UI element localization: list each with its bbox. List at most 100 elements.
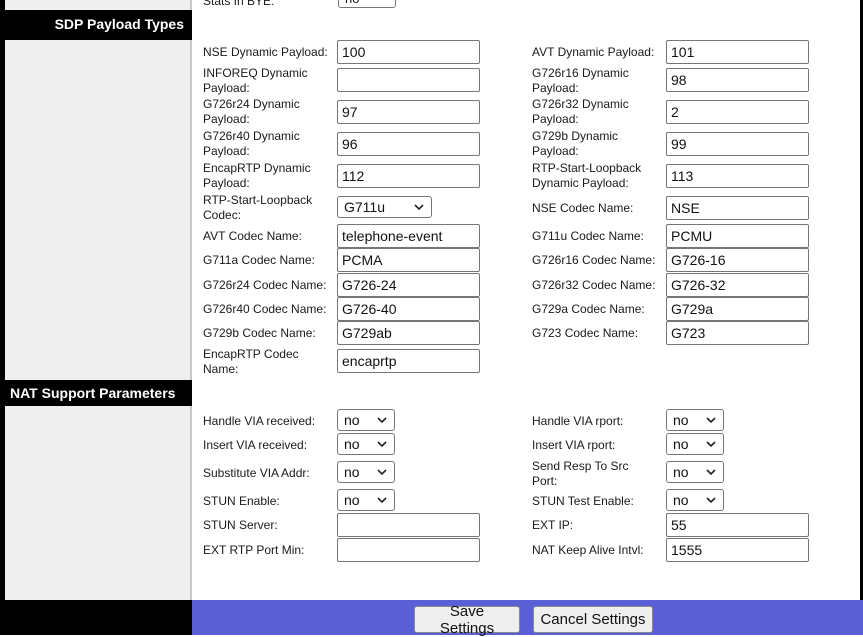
g726r24-codec-name-label: G726r24 Codec Name: xyxy=(203,278,327,292)
insert-via-rport-value: no xyxy=(673,436,689,452)
g711u-codec-name-input[interactable] xyxy=(666,224,809,248)
section-sdp-payload-types: SDP Payload Types xyxy=(0,10,192,40)
g723-codec-name-input[interactable] xyxy=(666,321,809,345)
stun-server-input[interactable] xyxy=(337,513,480,537)
handle-via-received-value: no xyxy=(344,412,360,428)
column-divider xyxy=(190,0,192,600)
footer-action-bar xyxy=(192,600,863,635)
g726r16-codec-name-input[interactable] xyxy=(666,248,809,272)
insert-via-received-select[interactable]: no xyxy=(337,433,395,455)
substitute-via-addr-label: Substitute VIA Addr: xyxy=(203,466,310,480)
rtp-start-loopback-dynamic-payload-label-1: RTP-Start-Loopback xyxy=(532,161,642,175)
g726r24-dynamic-payload-label-2: Payload: xyxy=(203,112,250,126)
g726r24-dynamic-payload-input[interactable] xyxy=(337,100,480,124)
g711a-codec-name-input[interactable] xyxy=(337,248,480,272)
save-settings-button[interactable]: Save Settings xyxy=(414,603,520,637)
nat-keep-alive-intvl-label: NAT Keep Alive Intvl: xyxy=(532,543,644,557)
rtp-start-loopback-codec-label-2: Codec: xyxy=(203,208,242,222)
send-resp-to-src-port-select[interactable]: no xyxy=(666,461,724,483)
cancel-settings-button[interactable]: Cancel Settings xyxy=(533,606,653,633)
g729b-codec-name-input[interactable] xyxy=(337,321,480,345)
g729a-codec-name-label: G729a Codec Name: xyxy=(532,302,645,316)
g726r32-codec-name-label: G726r32 Codec Name: xyxy=(532,278,656,292)
handle-via-rport-select[interactable]: no xyxy=(666,409,724,431)
chevron-down-icon xyxy=(706,497,716,504)
handle-via-rport-value: no xyxy=(673,412,689,428)
encaprtp-codec-name-label-1: EncapRTP Codec xyxy=(203,347,299,361)
g726r24-dynamic-payload-label-1: G726r24 Dynamic xyxy=(203,97,300,111)
stun-test-enable-label: STUN Test Enable: xyxy=(532,494,634,508)
ext-ip-label: EXT IP: xyxy=(532,518,574,532)
substitute-via-addr-select[interactable]: no xyxy=(337,461,395,483)
g729b-dynamic-payload-input[interactable] xyxy=(666,132,809,156)
g726r16-dynamic-payload-input[interactable] xyxy=(666,68,809,92)
g726r32-dynamic-payload-label-1: G726r32 Dynamic xyxy=(532,97,629,111)
left-panel xyxy=(0,0,192,635)
stun-test-enable-select[interactable]: no xyxy=(666,489,724,511)
avt-codec-name-input[interactable] xyxy=(337,224,480,248)
left-border xyxy=(0,0,5,635)
rtp-start-loopback-codec-label-1: RTP-Start-Loopback xyxy=(203,193,313,207)
stats-in-bye-select[interactable]: no xyxy=(338,0,396,8)
stats-in-bye-value: no xyxy=(345,0,359,6)
insert-via-received-value: no xyxy=(344,436,360,452)
inforeq-dynamic-payload-label-2: Payload: xyxy=(203,81,250,95)
avt-dynamic-payload-input[interactable] xyxy=(666,40,809,64)
ext-rtp-port-min-input[interactable] xyxy=(337,538,480,562)
chevron-down-icon xyxy=(377,497,387,504)
avt-codec-name-label: AVT Codec Name: xyxy=(203,229,302,243)
insert-via-rport-select[interactable]: no xyxy=(666,433,724,455)
inforeq-dynamic-payload-input[interactable] xyxy=(337,68,480,92)
g726r40-dynamic-payload-input[interactable] xyxy=(337,132,480,156)
encaprtp-codec-name-label-2: Name: xyxy=(203,362,239,376)
encaprtp-dynamic-payload-label-2: Payload: xyxy=(203,176,250,190)
inforeq-dynamic-payload-label-1: INFOREQ Dynamic xyxy=(203,66,308,80)
handle-via-rport-label: Handle VIA rport: xyxy=(532,414,624,428)
g729b-dynamic-payload-label-1: G729b Dynamic xyxy=(532,129,619,143)
g726r40-dynamic-payload-label-1: G726r40 Dynamic xyxy=(203,129,300,143)
g726r32-dynamic-payload-label-2: Payload: xyxy=(532,112,579,126)
g726r40-dynamic-payload-label-2: Payload: xyxy=(203,144,250,158)
chevron-down-icon xyxy=(377,441,387,448)
insert-via-rport-label: Insert VIA rport: xyxy=(532,438,616,452)
g729b-dynamic-payload-label-2: Payload: xyxy=(532,144,579,158)
rtp-start-loopback-dynamic-payload-label-2: Dynamic Payload: xyxy=(532,176,629,190)
nse-dynamic-payload-input[interactable] xyxy=(337,40,480,64)
nse-dynamic-payload-label: NSE Dynamic Payload: xyxy=(203,45,328,59)
stun-enable-select[interactable]: no xyxy=(337,489,395,511)
rtp-start-loopback-codec-value: G711u xyxy=(344,199,385,215)
handle-via-received-select[interactable]: no xyxy=(337,409,395,431)
send-resp-to-src-port-label-2: Port: xyxy=(532,474,558,488)
encaprtp-dynamic-payload-input[interactable] xyxy=(337,164,480,188)
g726r24-codec-name-input[interactable] xyxy=(337,273,480,297)
chevron-down-icon xyxy=(414,204,424,211)
g726r32-dynamic-payload-input[interactable] xyxy=(666,100,809,124)
nat-keep-alive-intvl-input[interactable] xyxy=(666,538,809,562)
encaprtp-codec-name-input[interactable] xyxy=(337,349,480,373)
send-resp-to-src-port-label-1: Send Resp To Src xyxy=(532,459,629,473)
chevron-down-icon xyxy=(377,469,387,476)
nse-codec-name-input[interactable] xyxy=(666,196,809,220)
ext-ip-input[interactable] xyxy=(666,513,809,537)
stun-test-enable-value: no xyxy=(673,492,689,508)
nse-codec-name-label: NSE Codec Name: xyxy=(532,201,634,215)
g723-codec-name-label: G723 Codec Name: xyxy=(532,326,639,340)
chevron-down-icon xyxy=(706,417,716,424)
g729a-codec-name-input[interactable] xyxy=(666,297,809,321)
stats-in-bye-label: Stats In BYE: xyxy=(203,0,275,8)
g726r32-codec-name-input[interactable] xyxy=(666,273,809,297)
g726r16-codec-name-label: G726r16 Codec Name: xyxy=(532,253,656,267)
g726r16-dynamic-payload-label-1: G726r16 Dynamic xyxy=(532,66,629,80)
stun-enable-label: STUN Enable: xyxy=(203,494,280,508)
rtp-start-loopback-dynamic-payload-input[interactable] xyxy=(666,164,809,188)
chevron-down-icon xyxy=(377,417,387,424)
g726r40-codec-name-input[interactable] xyxy=(337,297,480,321)
rtp-start-loopback-codec-select[interactable]: G711u xyxy=(337,196,432,218)
g711a-codec-name-label: G711a Codec Name: xyxy=(203,253,315,267)
substitute-via-addr-value: no xyxy=(344,464,360,480)
stun-enable-value: no xyxy=(344,492,360,508)
insert-via-received-label: Insert VIA received: xyxy=(203,438,308,452)
g729b-codec-name-label: G729b Codec Name: xyxy=(203,326,316,340)
chevron-down-icon xyxy=(706,441,716,448)
g726r40-codec-name-label: G726r40 Codec Name: xyxy=(203,302,327,316)
